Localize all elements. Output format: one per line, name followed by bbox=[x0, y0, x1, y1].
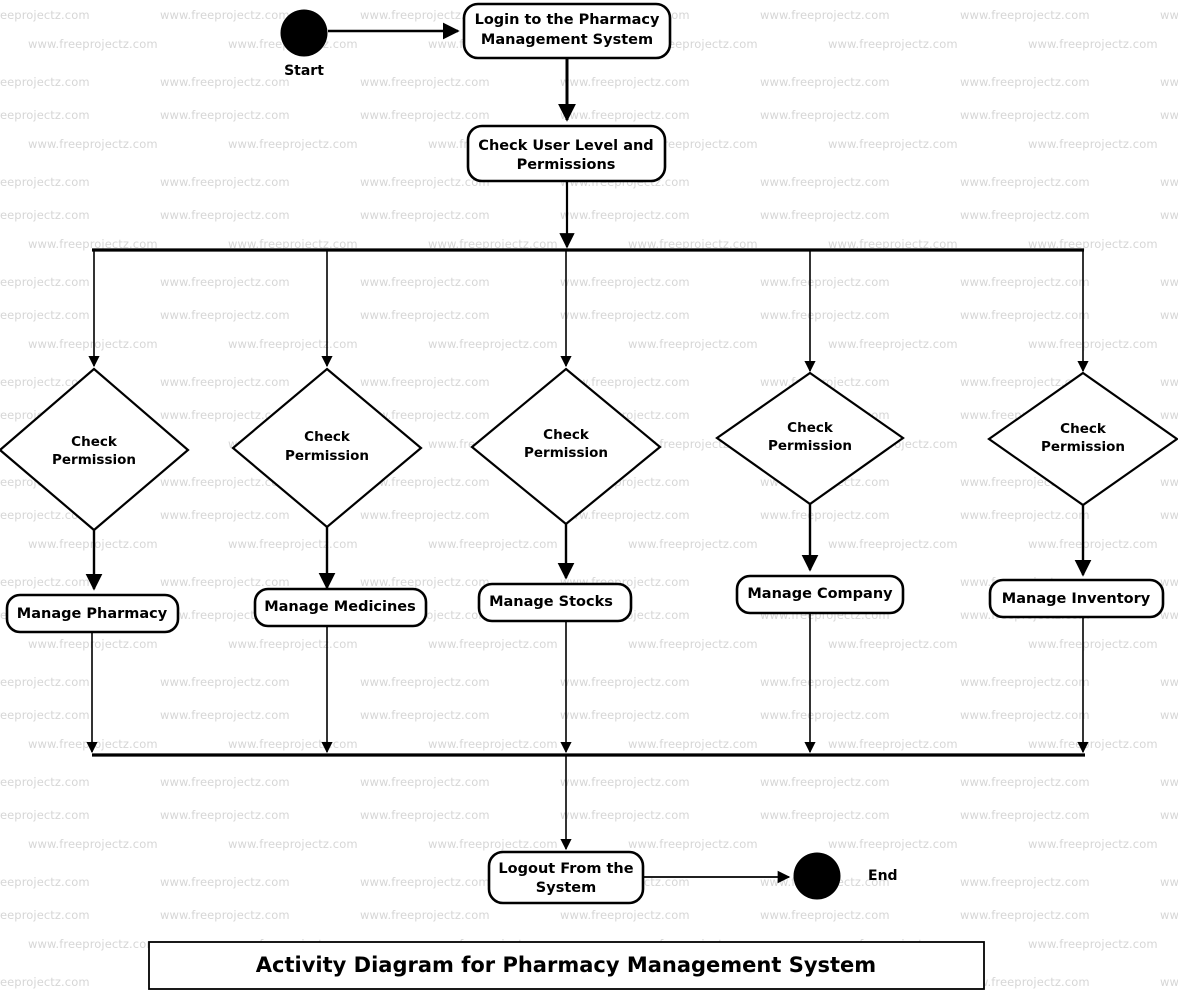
decision-4-label-line2: Permission bbox=[768, 438, 852, 454]
decision-3-label-line1: Check bbox=[543, 427, 590, 443]
start-node-label: Start bbox=[284, 63, 324, 79]
decision-2-label-line1: Check bbox=[304, 429, 351, 445]
activity-login-label-line1: Login to the Pharmacy bbox=[475, 12, 660, 28]
decision-5-label-line1: Check bbox=[1060, 421, 1107, 437]
activity-manage-company-label: Manage Company bbox=[747, 586, 893, 602]
decision-1-label-line1: Check bbox=[71, 434, 118, 450]
activity-check-user-level-label-line2: Permissions bbox=[517, 157, 616, 173]
end-node bbox=[793, 852, 841, 900]
activity-login-label-line2: Management System bbox=[481, 32, 653, 48]
diagram-layer: Start Login to the Pharmacy Management S… bbox=[0, 0, 1178, 994]
activity-manage-inventory-label: Manage Inventory bbox=[1002, 591, 1151, 607]
decision-5-label-line2: Permission bbox=[1041, 439, 1125, 455]
decision-2-label-line2: Permission bbox=[285, 448, 369, 464]
decision-4-label-line1: Check bbox=[787, 420, 834, 436]
decision-1-label-line2: Permission bbox=[52, 452, 136, 468]
start-node bbox=[280, 9, 328, 57]
activity-diagram-canvas: www.freeprojectz.comwww.freeprojectz.com… bbox=[0, 0, 1178, 994]
activity-manage-medicines-label: Manage Medicines bbox=[264, 599, 416, 615]
end-node-label: End bbox=[868, 868, 898, 884]
activity-manage-pharmacy-label: Manage Pharmacy bbox=[17, 606, 168, 622]
activity-logout-label-line1: Logout From the bbox=[498, 861, 633, 877]
activity-logout-label-line2: System bbox=[536, 880, 596, 896]
activity-manage-stocks-label: Manage Stocks bbox=[489, 594, 613, 610]
decision-3-label-line2: Permission bbox=[524, 445, 608, 461]
activity-check-user-level-label-line1: Check User Level and bbox=[478, 138, 653, 154]
diagram-title: Activity Diagram for Pharmacy Management… bbox=[256, 953, 876, 977]
